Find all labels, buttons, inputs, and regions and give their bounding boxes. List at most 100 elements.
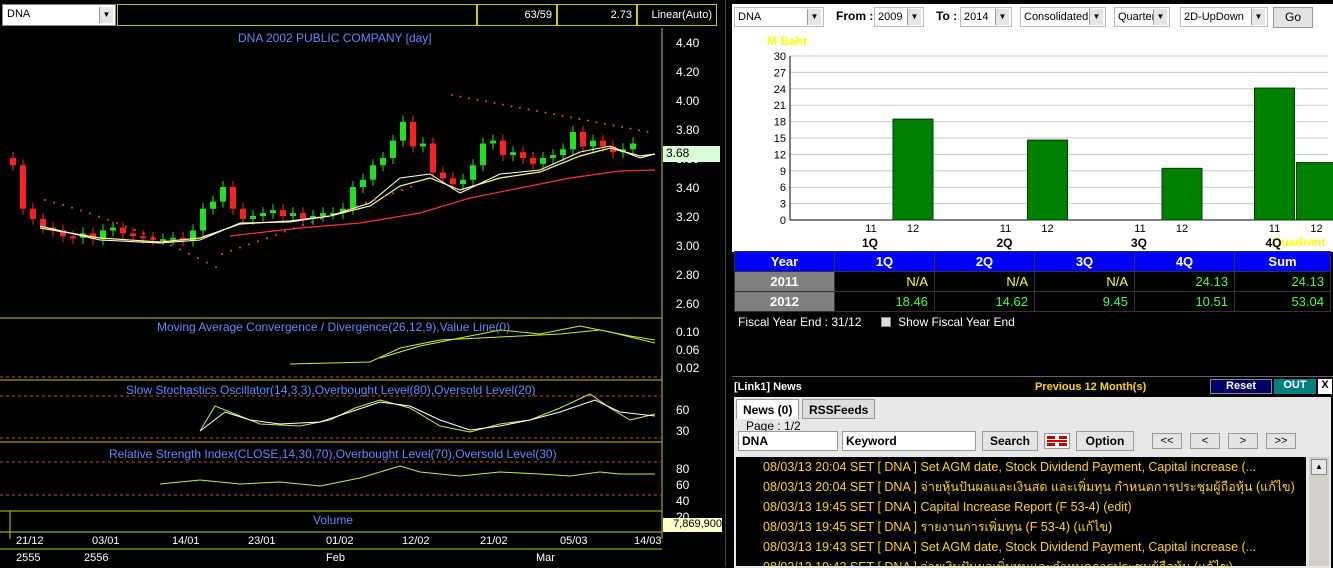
- sar-dot: [89, 213, 91, 215]
- candle-body: [70, 236, 76, 238]
- y-tick-label: 3: [780, 199, 786, 211]
- financial-controls: DNA ▼ From : 2009 ▼ To : 2014 ▼ Consolid…: [732, 4, 1333, 30]
- candle-body: [200, 209, 206, 231]
- axis-tick-label: 40: [676, 494, 689, 508]
- sar-dot: [365, 202, 367, 204]
- sar-dot: [494, 102, 496, 104]
- candle-body: [320, 213, 326, 216]
- last-page-button[interactable]: >>: [1266, 433, 1296, 449]
- candle-body: [510, 152, 516, 155]
- scroll-up-icon[interactable]: ▲: [1311, 459, 1327, 475]
- candle-body: [260, 213, 266, 216]
- table-cell: N/A: [835, 272, 935, 292]
- chart-title: DNA 2002 PUBLIC COMPANY [day]: [238, 31, 432, 45]
- scale-mode[interactable]: Linear(Auto): [637, 4, 717, 26]
- from-year-select[interactable]: 2009 ▼: [874, 7, 924, 27]
- news-item[interactable]: 08/03/13 19:45 SET [ DNA ] Capital Incre…: [736, 497, 1306, 517]
- news-item[interactable]: 08/03/13 19:43 SET [ DNA ] จ่ายเงินปันผล…: [736, 557, 1306, 566]
- candle-body: [220, 187, 226, 202]
- table-header: Sum: [1235, 252, 1331, 272]
- chevron-down-icon[interactable]: ▼: [807, 9, 821, 25]
- chevron-down-icon[interactable]: ▼: [1251, 9, 1265, 25]
- chevron-down-icon[interactable]: ▼: [907, 9, 921, 25]
- sar-dot: [116, 222, 118, 224]
- candle-body: [560, 149, 566, 155]
- sar-dot: [134, 229, 136, 231]
- period-value: Quarter: [1118, 11, 1155, 23]
- quarter-label: 4Q: [1265, 236, 1281, 250]
- candle-body: [350, 187, 356, 209]
- news-item[interactable]: 08/03/13 19:43 SET [ DNA ] Set AGM date,…: [736, 537, 1306, 557]
- candle-body: [270, 210, 276, 213]
- date-tick-label: 23/01: [248, 535, 276, 547]
- rsi-title: Relative Strength Index(CLOSE,14,30,70),…: [109, 447, 557, 461]
- tab-news[interactable]: News (0): [736, 399, 799, 419]
- volume-value: 7,869,900: [663, 518, 722, 532]
- candle-body: [550, 155, 556, 158]
- y-tick-label: 9: [780, 166, 786, 178]
- quarterly-bar-chart: 036912151821242730M BahtQuadrant11121Q11…: [732, 30, 1333, 252]
- chevron-down-icon[interactable]: ▼: [1153, 9, 1167, 25]
- candle-body: [20, 165, 26, 209]
- fin-symbol-select[interactable]: DNA ▼: [734, 7, 824, 27]
- candle-body: [300, 213, 306, 219]
- y-tick-label: 6: [780, 182, 786, 194]
- sar-dot: [248, 243, 250, 245]
- table-row: 2011 N/A N/A N/A 24.13 24.13: [735, 272, 1331, 292]
- reset-button[interactable]: Reset: [1210, 379, 1272, 394]
- sar-dot: [266, 237, 268, 239]
- language-flag-icon[interactable]: [1044, 433, 1070, 449]
- sar-dot: [179, 249, 181, 251]
- keyword-input[interactable]: Keyword: [842, 431, 976, 451]
- news-item[interactable]: 08/03/13 19:45 SET [ DNA ] รายงานการเพิ่…: [736, 517, 1306, 537]
- chevron-down-icon[interactable]: ▼: [99, 7, 113, 23]
- sar-dot: [311, 221, 313, 223]
- stoch-title: Slow Stochastics Oscillator(14,3,3),Over…: [126, 383, 536, 397]
- news-symbol-input[interactable]: DNA: [738, 431, 838, 451]
- chevron-down-icon[interactable]: ▼: [995, 9, 1009, 25]
- period-tick-label: Feb: [326, 552, 345, 564]
- series-tick-label: 11: [1000, 223, 1011, 235]
- sar-dot: [206, 262, 208, 264]
- symbol-select[interactable]: DNA ▼: [2, 4, 116, 26]
- table-cell: 2012: [735, 292, 835, 312]
- bar: [1028, 140, 1068, 220]
- sar-dot: [383, 195, 385, 197]
- news-item[interactable]: 08/03/13 20:04 SET [ DNA ] Set AGM date,…: [736, 457, 1306, 477]
- y-tick-label: 12: [774, 149, 786, 161]
- to-year-select[interactable]: 2014 ▼: [960, 7, 1012, 27]
- tab-rssfeeds[interactable]: RSSFeeds: [802, 399, 875, 419]
- price-chart-canvas[interactable]: [0, 28, 722, 567]
- axis-tick-label: 0.10: [676, 325, 699, 339]
- news-scrollbar[interactable]: ▲: [1309, 457, 1329, 566]
- table-header: 2Q: [935, 252, 1035, 272]
- cursor-value: 2.73: [557, 4, 637, 26]
- consolidation-select[interactable]: Consolidated ▼: [1020, 7, 1106, 27]
- sar-dot: [338, 211, 340, 213]
- search-button[interactable]: Search: [982, 431, 1038, 451]
- candle-body: [580, 132, 586, 147]
- sar-dot: [519, 107, 521, 109]
- sar-dot: [562, 115, 564, 117]
- option-button[interactable]: Option: [1076, 431, 1134, 451]
- bar: [893, 119, 933, 220]
- axis-tick-label: 80: [676, 462, 689, 476]
- view-select[interactable]: 2D-UpDown ▼: [1180, 7, 1268, 27]
- sar-dot: [284, 231, 286, 233]
- prev-page-button[interactable]: <: [1190, 433, 1220, 449]
- period-select[interactable]: Quarter ▼: [1114, 7, 1170, 27]
- next-page-button[interactable]: >: [1228, 433, 1258, 449]
- financial-table: Year 1Q 2Q 3Q 4Q Sum 2011 N/A N/A N/A 24…: [734, 251, 1331, 312]
- show-fiscal-checkbox[interactable]: [881, 317, 891, 327]
- sar-dot: [107, 219, 109, 221]
- first-page-button[interactable]: <<: [1152, 433, 1182, 449]
- candle-body: [210, 202, 216, 209]
- axis-tick-label: 4.00: [676, 94, 699, 108]
- go-button[interactable]: Go: [1273, 7, 1313, 28]
- sar-dot: [545, 112, 547, 114]
- close-icon[interactable]: X: [1318, 379, 1332, 394]
- news-item[interactable]: 08/03/13 20:04 SET [ DNA ] จ่ายหุ้นปันผล…: [736, 477, 1306, 497]
- series-tick-label: 11: [1269, 223, 1280, 235]
- out-button[interactable]: OUT: [1274, 379, 1316, 394]
- chevron-down-icon[interactable]: ▼: [1089, 9, 1103, 25]
